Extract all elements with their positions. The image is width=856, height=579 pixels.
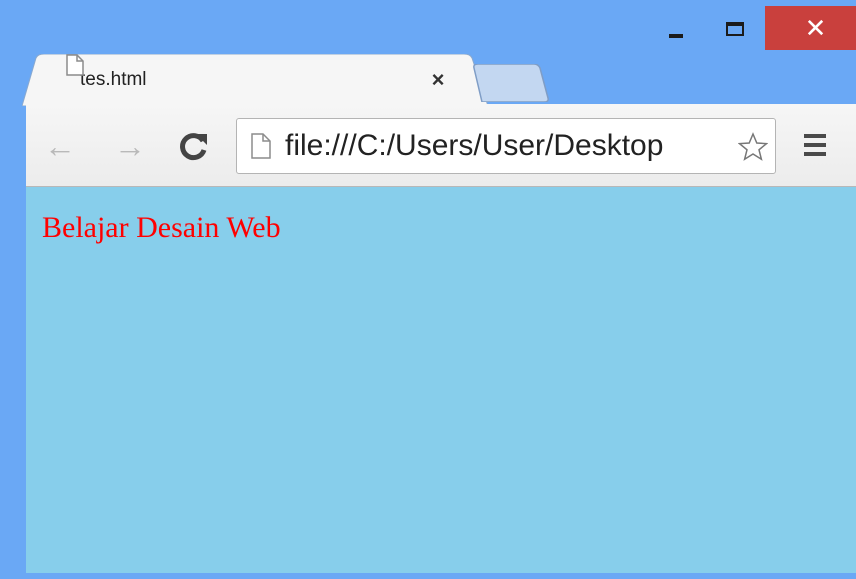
hamburger-menu-icon: [804, 134, 826, 138]
page-viewport: Belajar Desain Web: [26, 187, 856, 573]
maximize-icon: [726, 22, 744, 36]
page-icon: [66, 54, 84, 76]
menu-line: [804, 143, 826, 147]
tab-title: tes.html: [80, 69, 147, 90]
close-window-button[interactable]: ✕: [765, 6, 856, 50]
minimize-button[interactable]: [652, 8, 700, 50]
reload-button[interactable]: [174, 126, 214, 166]
browser-window: ✕ tes.html × ← → file:///C:/Users/User/D…: [0, 0, 856, 579]
tab-tes-html[interactable]: tes.html ×: [22, 54, 492, 106]
minimize-icon: [669, 34, 683, 38]
menu-button[interactable]: [804, 134, 826, 161]
forward-button[interactable]: →: [110, 126, 150, 166]
maximize-button[interactable]: [711, 8, 759, 50]
address-bar[interactable]: file:///C:/Users/User/Desktop: [236, 118, 776, 174]
new-tab-icon: [473, 63, 549, 103]
browser-toolbar: ← → file:///C:/Users/User/Desktop: [26, 104, 856, 187]
tab-content: tes.html: [66, 54, 466, 106]
tab-close-button[interactable]: ×: [424, 66, 452, 94]
back-button[interactable]: ←: [40, 126, 80, 166]
page-icon: [251, 133, 271, 159]
close-icon: ✕: [804, 13, 827, 43]
reload-icon: [180, 133, 207, 161]
window-bottom-border: [0, 573, 856, 579]
back-arrow-icon: ←: [44, 127, 76, 164]
page-heading-text: Belajar Desain Web: [42, 211, 281, 244]
url-text[interactable]: file:///C:/Users/User/Desktop: [285, 119, 725, 173]
bookmark-star-button[interactable]: [735, 129, 771, 165]
tab-close-icon: ×: [431, 67, 445, 92]
new-tab-button[interactable]: [472, 63, 552, 103]
menu-line: [804, 152, 826, 156]
star-icon: [738, 132, 768, 161]
forward-arrow-icon: →: [114, 127, 146, 164]
